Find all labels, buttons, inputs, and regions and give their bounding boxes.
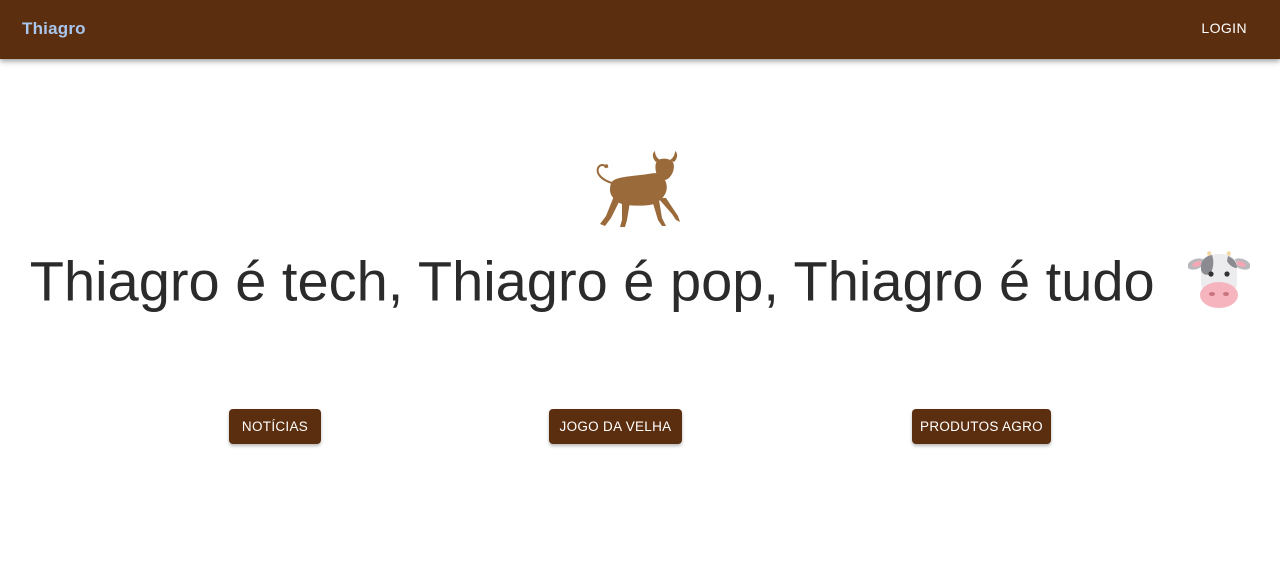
hero-headline-text: Thiagro é tech, Thiagro é pop, Thiagro é… [29, 249, 1155, 313]
app-bar: Thiagro LOGIN [0, 0, 1280, 59]
bull-icon [596, 151, 680, 227]
jogo-da-velha-button[interactable]: JOGO DA VELHA [549, 409, 682, 444]
login-button[interactable]: LOGIN [1201, 20, 1247, 36]
brand-logo[interactable]: Thiagro [22, 19, 86, 39]
produtos-agro-button[interactable]: PRODUTOS AGRO [912, 409, 1051, 444]
noticias-button[interactable]: NOTÍCIAS [229, 409, 321, 444]
cow-face-icon [1188, 251, 1251, 309]
hero-headline: Thiagro é tech, Thiagro é pop, Thiagro é… [0, 244, 1280, 314]
